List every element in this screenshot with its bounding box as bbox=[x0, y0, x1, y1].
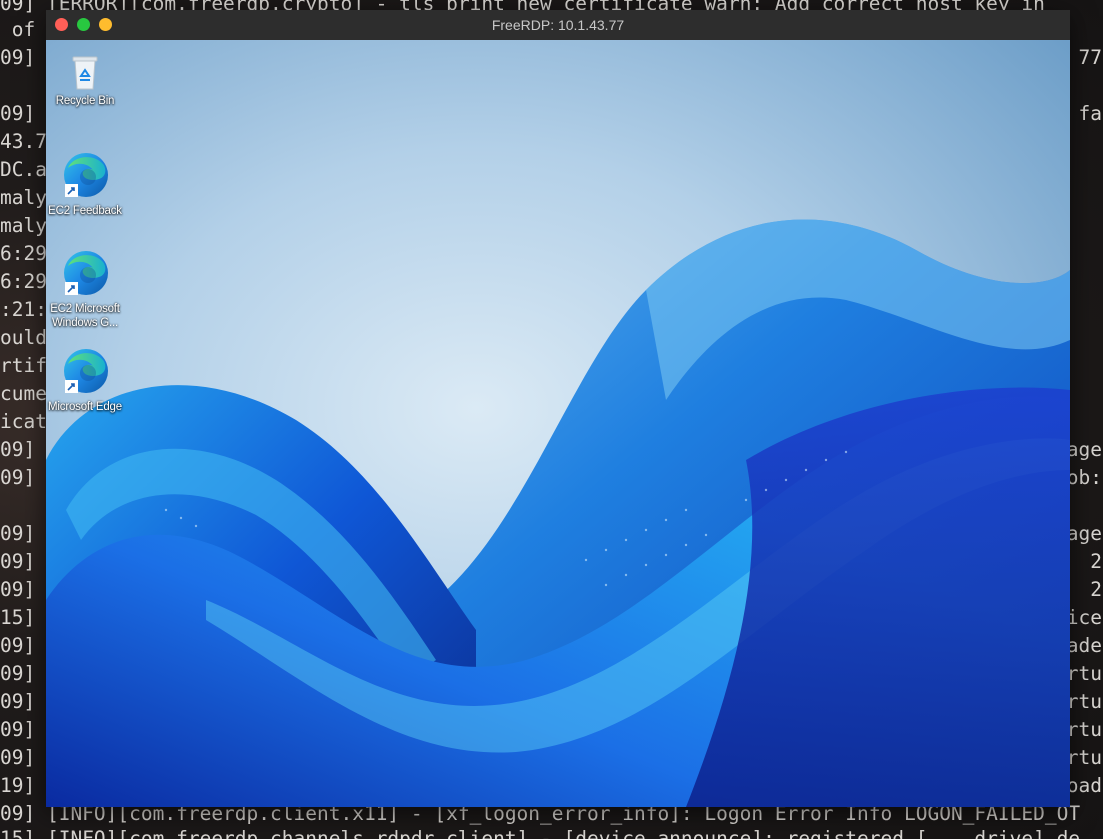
edge-shortcut-icon bbox=[64, 251, 108, 295]
desktop-icon-recycle-bin[interactable]: Recycle Bin bbox=[46, 52, 124, 108]
recycle-bin-icon bbox=[72, 56, 98, 90]
maximize-button[interactable] bbox=[77, 18, 90, 31]
window-title: FreeRDP: 10.1.43.77 bbox=[491, 17, 625, 33]
icon-label: Microsoft Edge bbox=[48, 401, 122, 413]
desktop-icon-ec2-feedback[interactable]: EC2 Feedback bbox=[46, 150, 124, 218]
icon-label: Recycle Bin bbox=[55, 95, 115, 107]
icon-label: EC2 Microsoft Windows G... bbox=[50, 303, 120, 329]
minimize-button[interactable] bbox=[99, 18, 112, 31]
icon-label: EC2 Feedback bbox=[48, 205, 122, 217]
edge-shortcut-icon bbox=[64, 349, 108, 393]
desktop-icon-microsoft-edge[interactable]: Microsoft Edge bbox=[46, 346, 124, 414]
bloom-wallpaper bbox=[46, 40, 1070, 807]
rdp-window[interactable]: FreeRDP: 10.1.43.77 Recycle Bin EC2 Feed… bbox=[46, 10, 1070, 807]
desktop-icon-ec2-microsoft-windows[interactable]: EC2 Microsoft Windows G... bbox=[46, 248, 124, 330]
edge-shortcut-icon bbox=[64, 153, 108, 197]
terminal-line: 15] [INFO][com.freerdp.channels.rdpdr.cl… bbox=[0, 827, 1081, 839]
remote-desktop[interactable]: Recycle Bin EC2 Feedback EC2 Microsoft W… bbox=[46, 40, 1070, 807]
close-button[interactable] bbox=[55, 18, 68, 31]
title-bar[interactable]: FreeRDP: 10.1.43.77 bbox=[46, 10, 1070, 40]
